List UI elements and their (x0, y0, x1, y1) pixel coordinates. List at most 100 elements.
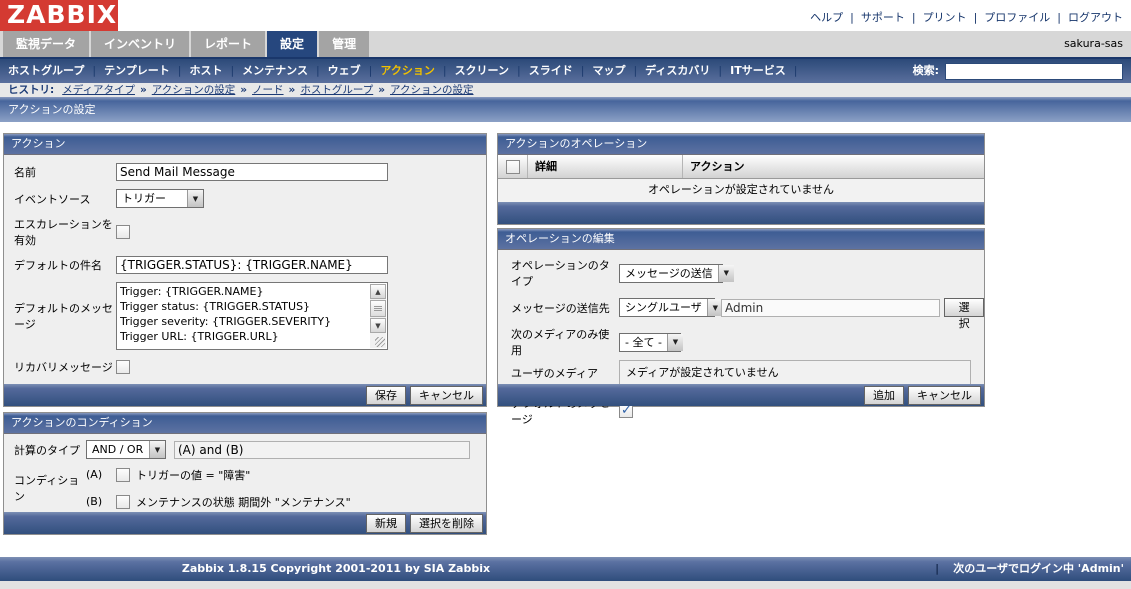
operations-table: 詳細 アクション オペレーションが設定されていません (498, 155, 984, 203)
subnav-maps[interactable]: マップ (592, 64, 625, 77)
search-area: 検索: (913, 59, 1123, 83)
condition-key: (B) (86, 495, 116, 508)
condition-a-checkbox[interactable] (116, 468, 130, 482)
media-only-select[interactable]: - 全て - (619, 333, 681, 352)
zabbix-logo[interactable]: ZABBIX (0, 0, 118, 31)
save-button[interactable]: 保存 (366, 386, 406, 405)
support-link[interactable]: サポート (861, 11, 905, 24)
tab-configuration[interactable]: 設定 (267, 31, 317, 57)
tab-monitoring[interactable]: 監視データ (3, 31, 89, 57)
condition-row: (B) メンテナンスの状態 期間外 "メンテナンス" (86, 491, 351, 512)
action-form: 名前 イベントソース トリガー エスカレーションを有効 デフォルトの件名 デフォ… (4, 155, 486, 403)
subnav-separator: | (316, 64, 320, 77)
operations-panel: アクションのオペレーション 詳細 アクション オペレーションが設定されていません (497, 133, 985, 225)
subnav-separator: | (443, 64, 447, 77)
scroll-down-icon[interactable] (370, 318, 386, 333)
breadcrumb-item[interactable]: メディアタイプ (62, 84, 135, 96)
recovery-message-checkbox[interactable] (116, 360, 130, 374)
condition-key: (A) (86, 468, 116, 481)
breadcrumb-separator: » (378, 84, 385, 96)
subnav-separator: | (718, 64, 722, 77)
operations-panel-title: アクションのオペレーション (498, 134, 984, 155)
action-name-input[interactable] (116, 163, 388, 181)
default-message-checkbox[interactable] (619, 404, 633, 418)
column-action: アクション (683, 155, 984, 178)
breadcrumb-separator: » (140, 84, 147, 96)
subnav-templates[interactable]: テンプレート (104, 64, 170, 77)
top-links: ヘルプ|サポート|プリント|プロファイル|ログアウト (810, 9, 1123, 25)
scroll-up-icon[interactable] (370, 284, 386, 299)
operation-edit-footer: 追加 キャンセル (498, 384, 984, 406)
event-source-value: トリガー (117, 190, 187, 207)
conditions-form: 計算のタイプ AND / OR コンディション (A) トリガーの値 = "障害… (4, 434, 486, 512)
subnav-web[interactable]: ウェブ (328, 64, 361, 77)
operation-type-select[interactable]: メッセージの送信 (619, 264, 723, 283)
operation-type-value: メッセージの送信 (620, 265, 718, 282)
operation-type-label: オペレーションのタイプ (511, 257, 619, 289)
sendto-type-value: シングルユーザ (620, 299, 707, 316)
chevron-down-icon (149, 441, 165, 458)
sendto-label: メッセージの送信先 (511, 300, 619, 316)
calc-type-value: AND / OR (87, 441, 149, 458)
scrollbar-thumb[interactable] (370, 300, 386, 317)
calc-type-select[interactable]: AND / OR (86, 440, 166, 459)
add-button[interactable]: 追加 (864, 386, 904, 405)
default-subject-label: デフォルトの件名 (14, 257, 116, 273)
link-separator: | (1057, 11, 1061, 24)
breadcrumb-item[interactable]: アクションの設定 (390, 84, 473, 96)
chevron-down-icon (187, 190, 203, 207)
subnav-separator: | (369, 64, 373, 77)
column-details: 詳細 (528, 155, 683, 178)
sendto-type-select[interactable]: シングルユーザ (619, 298, 715, 317)
subnav-itservices[interactable]: ITサービス (730, 64, 786, 77)
subnav-maintenance[interactable]: メンテナンス (242, 64, 308, 77)
resize-grip-icon[interactable] (375, 337, 385, 347)
new-condition-button[interactable]: 新規 (366, 514, 406, 533)
sub-nav-bar: ホストグループ | テンプレート | ホスト | メンテナンス | ウェブ | アクション | スクリー… (0, 59, 1131, 83)
event-source-select[interactable]: トリガー (116, 189, 204, 208)
search-label: 検索: (913, 64, 939, 77)
subnav-separator: | (581, 64, 585, 77)
default-message-textarea[interactable]: Trigger: {TRIGGER.NAME} Trigger status: … (116, 282, 388, 350)
subnav-discovery[interactable]: ディスカバリ (645, 64, 710, 77)
tab-reports[interactable]: レポート (191, 31, 265, 57)
subnav-separator: | (178, 64, 182, 77)
breadcrumb-separator: » (289, 84, 296, 96)
tab-inventory[interactable]: インベントリ (91, 31, 189, 57)
op-cancel-button[interactable]: キャンセル (908, 386, 981, 405)
footer-separator: | (935, 562, 939, 575)
chevron-down-icon (667, 334, 683, 351)
select-all-checkbox[interactable] (506, 160, 520, 174)
main-tab-bar: 監視データインベントリレポート設定管理 sakura-sas (0, 31, 1131, 57)
breadcrumb-item[interactable]: ホストグループ (300, 84, 373, 96)
action-panel-title: アクション (4, 134, 486, 155)
breadcrumb-item[interactable]: アクションの設定 (152, 84, 235, 96)
cancel-button[interactable]: キャンセル (410, 386, 483, 405)
subnav-separator: | (92, 64, 96, 77)
help-link[interactable]: ヘルプ (810, 11, 843, 24)
condition-b-checkbox[interactable] (116, 495, 130, 509)
subnav-screens[interactable]: スクリーン (455, 64, 509, 77)
sendto-user-field (721, 299, 940, 317)
breadcrumb-item[interactable]: ノード (252, 84, 284, 96)
subnav-hosts[interactable]: ホスト (189, 64, 222, 77)
conditions-label: コンディション (14, 472, 86, 504)
logout-link[interactable]: ログアウト (1068, 11, 1123, 24)
conditions-panel-title: アクションのコンディション (4, 413, 486, 434)
delete-selected-button[interactable]: 選択を削除 (410, 514, 483, 533)
escalation-checkbox[interactable] (116, 225, 130, 239)
subnav-slides[interactable]: スライド (529, 64, 573, 77)
history-label: ヒストリ: (8, 84, 54, 96)
subnav-hostgroups[interactable]: ホストグループ (8, 64, 84, 77)
subnav-separator: | (517, 64, 521, 77)
subnav-actions[interactable]: アクション (380, 64, 434, 77)
search-input[interactable] (945, 63, 1123, 80)
print-link[interactable]: プリント (923, 11, 967, 24)
page-title: アクションの設定 (0, 97, 1131, 122)
operation-edit-panel: オペレーションの編集 オペレーションのタイプ メッセージの送信 メッセージの送信… (497, 228, 985, 407)
default-subject-input[interactable] (116, 256, 388, 274)
tab-administration[interactable]: 管理 (319, 31, 369, 57)
profile-link[interactable]: プロファイル (984, 11, 1050, 24)
media-only-value: - 全て - (620, 334, 667, 351)
select-user-button[interactable]: 選択 (944, 298, 984, 317)
